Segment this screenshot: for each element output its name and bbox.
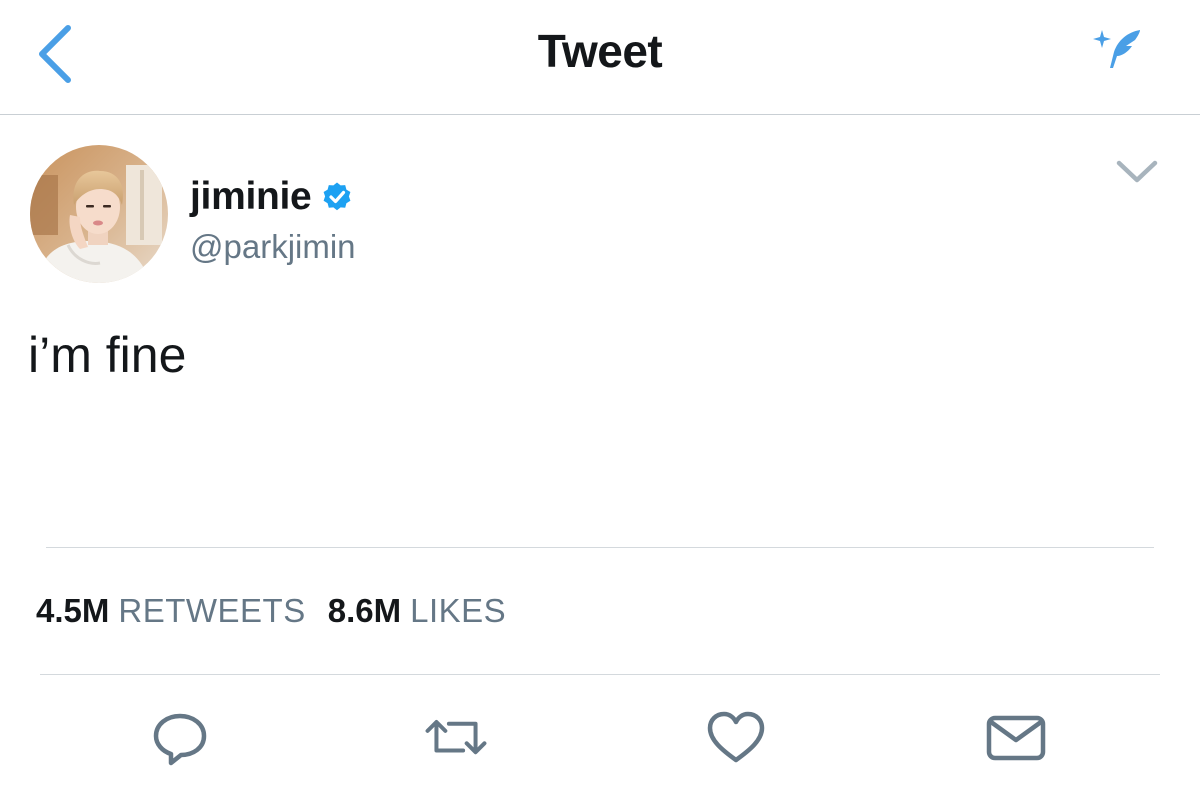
nav-bar: Tweet: [0, 0, 1200, 115]
likes-stat[interactable]: 8.6M LIKES: [328, 592, 506, 630]
retweet-icon: [425, 720, 487, 755]
tweet-stats: 4.5M RETWEETS 8.6M LIKES: [36, 592, 506, 630]
verified-badge-icon: [324, 182, 351, 211]
avatar[interactable]: [30, 145, 168, 283]
like-icon: [707, 711, 765, 763]
retweets-stat[interactable]: 4.5M RETWEETS: [36, 592, 306, 630]
retweets-count: 4.5M: [36, 592, 110, 629]
divider: [40, 674, 1160, 675]
likes-count: 8.6M: [327, 592, 402, 629]
direct-message-button[interactable]: [984, 706, 1048, 770]
chevron-down-icon: [1116, 160, 1158, 183]
likes-label: LIKES: [410, 592, 507, 629]
direct-message-icon: [986, 715, 1046, 761]
retweets-label: RETWEETS: [118, 592, 306, 629]
author-name-row[interactable]: jiminie: [190, 172, 353, 222]
compose-tweet-icon: [1093, 30, 1140, 68]
reply-icon: [153, 713, 207, 766]
display-name: jiminie: [190, 175, 312, 218]
tweet-text: i’m fine: [28, 327, 187, 383]
like-button[interactable]: [704, 706, 768, 770]
tweet-options-button[interactable]: [1112, 154, 1162, 190]
divider: [46, 547, 1154, 548]
retweet-button[interactable]: [424, 706, 488, 770]
page-title: Tweet: [537, 25, 663, 77]
compose-tweet-button[interactable]: [1088, 24, 1146, 74]
user-handle[interactable]: @parkjimin: [190, 228, 356, 266]
reply-button[interactable]: [148, 706, 212, 770]
